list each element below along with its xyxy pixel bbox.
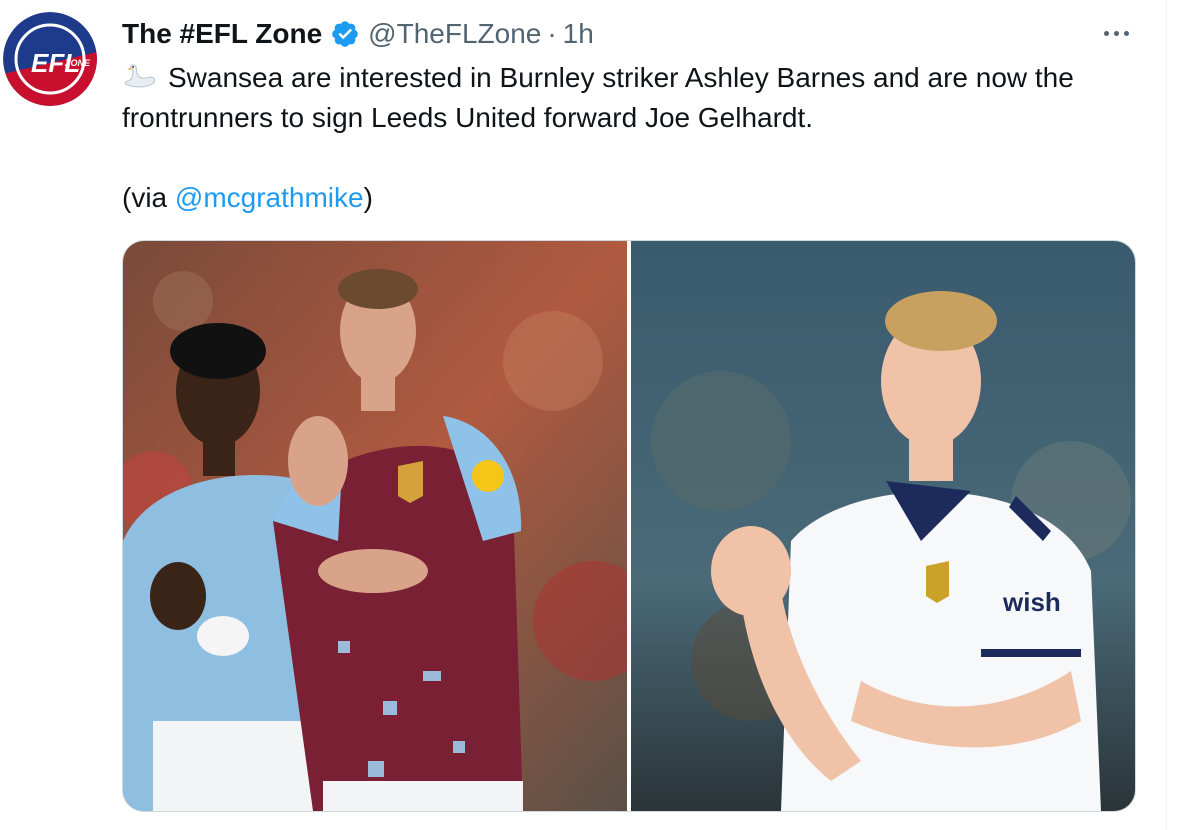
header-separator: · (547, 18, 557, 49)
tweet-media-grid: wish (122, 240, 1136, 812)
svg-text:ZONE: ZONE (64, 58, 91, 68)
tweet-header: The #EFL Zone @TheFLZone · 1h (122, 14, 594, 54)
svg-text:wish: wish (1002, 587, 1061, 617)
photo-icon: wish (631, 241, 1135, 811)
author-display-name[interactable]: The #EFL Zone (122, 18, 322, 50)
author-handle[interactable]: @TheFLZone (368, 18, 541, 50)
tweet-via-line: (via @mcgrathmike) (122, 178, 1132, 218)
tweet-main-text: Swansea are interested in Burnley strike… (122, 62, 1074, 133)
author-avatar[interactable]: EFL ZONE (3, 12, 97, 106)
more-dots-icon (1103, 30, 1109, 36)
efl-zone-logo-icon: EFL ZONE (3, 12, 97, 106)
tweet-text: Swansea are interested in Burnley strike… (122, 58, 1132, 218)
media-photo-ashley-barnes[interactable] (123, 241, 627, 811)
more-options-button[interactable] (1096, 18, 1136, 48)
photo-icon (123, 241, 627, 811)
verified-badge-icon (332, 21, 358, 47)
column-divider (1166, 0, 1167, 830)
media-photo-joe-gelhardt[interactable]: wish (631, 241, 1135, 811)
via-suffix: ) (363, 182, 373, 213)
via-mention-link[interactable]: @mcgrathmike (175, 182, 364, 213)
via-prefix: (via (122, 182, 175, 213)
swan-emoji-icon (124, 64, 155, 88)
tweet-timestamp[interactable]: 1h (563, 18, 594, 50)
tweet-body: Swansea are interested in Burnley strike… (122, 58, 1132, 138)
